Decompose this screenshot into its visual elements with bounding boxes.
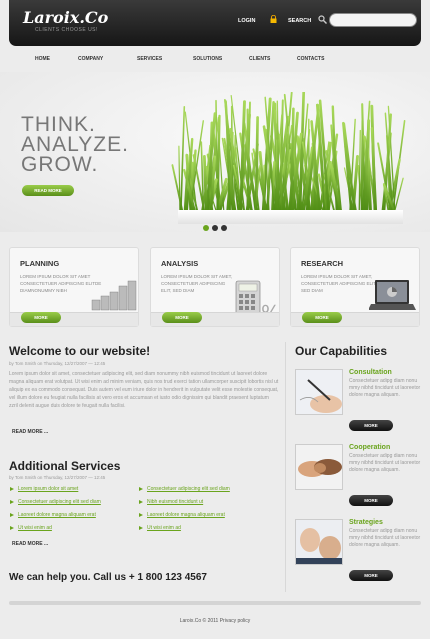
slider-dot-2[interactable] xyxy=(212,225,218,231)
arrow-right-icon xyxy=(10,513,14,517)
arrow-right-icon xyxy=(139,513,143,517)
arrow-right-icon xyxy=(10,487,14,491)
welcome-read-more-link[interactable]: READ MORE ... xyxy=(12,429,48,435)
nav-company[interactable]: COMPANY xyxy=(78,56,103,62)
arrow-right-icon xyxy=(139,500,143,504)
capability-text: Consectetuer adipg diam nonu mmy nibhd t… xyxy=(349,378,421,398)
service-link[interactable]: Lorem ipsum dolor sit amet xyxy=(18,486,78,492)
services-read-more-link[interactable]: READ MORE ... xyxy=(12,541,48,547)
service-link[interactable]: Laoreet dolore magna aliquam erat xyxy=(147,512,225,518)
welcome-meta: by Tom Smith on Thursday, 12/27/2007 — 1… xyxy=(9,361,106,366)
welcome-text: Lorem ipsum dolor sit amet, consectetuer… xyxy=(9,371,279,409)
call-to-action: We can help you. Call us + 1 800 123 456… xyxy=(9,572,207,583)
service-link[interactable]: Consectetuer adipiscing elit sed diam xyxy=(18,499,101,505)
research-more-button[interactable]: MORE xyxy=(302,312,342,323)
slider-dot-1[interactable] xyxy=(203,225,209,231)
nav-clients[interactable]: CLIENTS xyxy=(249,56,270,62)
service-link[interactable]: Ut wisi enim ad xyxy=(18,525,52,531)
search-icon[interactable] xyxy=(318,15,327,24)
nav-home[interactable]: HOME xyxy=(35,56,50,62)
search-label: SEARCH xyxy=(288,18,312,24)
arrow-right-icon xyxy=(10,500,14,504)
capability-title: Consultation xyxy=(349,369,392,376)
hero-read-more-button[interactable]: READ MORE xyxy=(22,185,74,196)
feature-title: RESEARCH xyxy=(301,259,344,268)
lock-icon xyxy=(270,15,277,23)
arrow-right-icon xyxy=(139,487,143,491)
hero-line-grow: GROW. xyxy=(21,153,99,176)
feature-title: PLANNING xyxy=(20,259,60,268)
planning-more-button[interactable]: MORE xyxy=(21,312,61,323)
hero-line-analyze: ANALYZE. xyxy=(21,133,129,156)
column-divider xyxy=(285,342,286,592)
feature-box-research: RESEARCH LOREM IPSUM DOLOR SIT AMET, CON… xyxy=(290,247,420,327)
welcome-title: Welcome to our website! xyxy=(9,344,151,358)
capability-text: Consectetuer adipg diam nonu mmy nibhd t… xyxy=(349,528,421,548)
feature-text: LOREM IPSUM DOLOR SIT AMET, CONSECTETUER… xyxy=(301,274,377,293)
login-link[interactable]: LOGIN xyxy=(238,18,255,24)
feature-title: ANALYSIS xyxy=(161,259,199,268)
services-meta: by Tom Smith on Thursday, 12/27/2007 — 1… xyxy=(9,475,106,480)
nav-services[interactable]: SERVICES xyxy=(137,56,162,62)
footer-divider xyxy=(9,601,421,605)
services-title: Additional Services xyxy=(9,459,121,473)
capability-text: Consectetuer adipg diam nonu mmy nibhd t… xyxy=(349,453,421,473)
nav-contacts[interactable]: CONTACTS xyxy=(297,56,324,62)
feature-box-planning: PLANNING LOREM IPSUM DOLOR SIT AMET CONS… xyxy=(9,247,139,327)
hero-line-think: THINK. xyxy=(21,113,96,136)
consultation-image xyxy=(295,369,343,415)
coins-icon xyxy=(91,280,137,311)
arrow-right-icon xyxy=(10,526,14,530)
nav-solutions[interactable]: SOLUTIONS xyxy=(193,56,222,62)
main-nav: HOME COMPANY SERVICES SOLUTIONS CLIENTS … xyxy=(0,53,430,67)
capability-title: Cooperation xyxy=(349,444,391,451)
cooperation-more-button[interactable]: MORE xyxy=(349,495,393,506)
logo[interactable]: Laroix.Co xyxy=(23,8,108,27)
strategies-more-button[interactable]: MORE xyxy=(349,570,393,581)
search-input[interactable] xyxy=(329,13,417,27)
strategies-image xyxy=(295,519,343,565)
feature-text: LOREM IPSUM DOLOR SIT AMET, CONSECTETUER… xyxy=(161,274,233,293)
service-link[interactable]: Ut wisi enim ad xyxy=(147,525,181,531)
footer-text[interactable]: Laroix.Co © 2011 Privacy policy xyxy=(0,618,430,624)
analysis-more-button[interactable]: MORE xyxy=(162,312,202,323)
grass-image xyxy=(171,92,406,224)
service-link[interactable]: Nibh euismod tincidunt ut xyxy=(147,499,203,505)
capabilities-title: Our Capabilities xyxy=(295,344,388,358)
consultation-more-button[interactable]: MORE xyxy=(349,420,393,431)
header-bar: Laroix.Co CLIENTS CHOOSE US! LOGIN SEARC… xyxy=(9,0,421,46)
slider-dot-3[interactable] xyxy=(221,225,227,231)
cooperation-image xyxy=(295,444,343,490)
arrow-right-icon xyxy=(139,526,143,530)
service-link[interactable]: Laoreet dolore magna aliquam erat xyxy=(18,512,96,518)
tagline: CLIENTS CHOOSE US! xyxy=(35,27,98,33)
service-link[interactable]: Consectetuer adipiscing elit sed diam xyxy=(147,486,230,492)
feature-box-analysis: ANALYSIS LOREM IPSUM DOLOR SIT AMET, CON… xyxy=(150,247,280,327)
capability-title: Strategies xyxy=(349,519,383,526)
